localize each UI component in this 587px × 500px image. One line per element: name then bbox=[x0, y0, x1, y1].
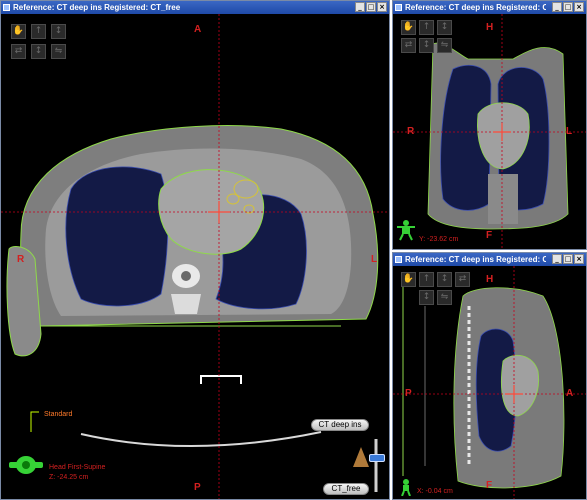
sagittal-coordinate-readout: X: -0.04 cm bbox=[417, 488, 453, 495]
contrast-icon[interactable]: ⇋ bbox=[51, 44, 66, 59]
coronal-view-window: Reference: CT deep ins Registered: CT_fr… bbox=[392, 0, 587, 250]
sagittal-view-titlebar[interactable]: Reference: CT deep ins Registered: CT_fr… bbox=[393, 253, 586, 266]
metronome-icon bbox=[353, 447, 369, 467]
coronal-view-titlebar[interactable]: Reference: CT deep ins Registered: CT_fr… bbox=[393, 1, 586, 14]
sagittal-orientation-bottom: F bbox=[486, 480, 493, 491]
contrast-icon[interactable]: ⇋ bbox=[437, 38, 452, 53]
sagittal-view-window: Reference: CT deep ins Registered: CT_fr… bbox=[392, 252, 587, 500]
maximize-button[interactable]: □ bbox=[366, 2, 376, 12]
app-icon bbox=[395, 256, 402, 263]
coronal-orientation-top: H bbox=[486, 22, 494, 33]
hand-icon[interactable]: ✋ bbox=[11, 24, 26, 39]
close-button[interactable]: × bbox=[377, 2, 387, 12]
zoom-icon[interactable]: ↕ bbox=[419, 290, 434, 305]
sagittal-image-viewport[interactable]: ✋ ↑ ↕ ⇄ ↕ ⇋ H F P A X: -0.04 cm bbox=[393, 266, 586, 499]
patient-orientation-icon bbox=[7, 454, 45, 476]
coronal-image-viewport[interactable]: ✋ ↑ ↕ ⇄ ↕ ⇋ H F R L Y: -23.62 cm bbox=[393, 14, 586, 249]
zoom-icon[interactable]: ↕ bbox=[31, 44, 46, 59]
app-icon bbox=[395, 4, 402, 11]
axial-orientation-right: L bbox=[371, 254, 378, 265]
arrow-down-icon[interactable]: ↕ bbox=[51, 24, 66, 39]
eye-icon[interactable]: ⇄ bbox=[11, 44, 26, 59]
axial-orientation-top: A bbox=[194, 24, 202, 35]
coronal-orientation-left: R bbox=[407, 126, 415, 137]
sagittal-orientation-left: P bbox=[405, 388, 412, 399]
coronal-orientation-right: L bbox=[566, 126, 573, 137]
blend-top-label[interactable]: CT deep ins bbox=[311, 419, 369, 431]
sagittal-orientation-top: H bbox=[486, 274, 494, 285]
eye-icon[interactable]: ⇄ bbox=[455, 272, 470, 287]
coronal-orientation-bottom: F bbox=[486, 230, 493, 241]
arrow-up-icon[interactable]: ↑ bbox=[31, 24, 46, 39]
close-button[interactable]: × bbox=[574, 254, 584, 264]
minimize-button[interactable]: _ bbox=[552, 2, 562, 12]
arrow-up-icon[interactable]: ↑ bbox=[419, 20, 434, 35]
axial-coordinate-readout: Z: -24.25 cm bbox=[49, 474, 89, 481]
blend-slider-thumb[interactable] bbox=[369, 454, 385, 462]
hand-icon[interactable]: ✋ bbox=[401, 20, 416, 35]
contrast-icon[interactable]: ⇋ bbox=[437, 290, 452, 305]
app-icon bbox=[3, 4, 10, 11]
arrow-up-icon[interactable]: ↑ bbox=[419, 272, 434, 287]
sagittal-orientation-right: A bbox=[566, 388, 574, 399]
axial-view-window: Reference: CT deep ins Registered: CT_fr… bbox=[0, 0, 390, 500]
close-button[interactable]: × bbox=[574, 2, 584, 12]
sagittal-view-title: Reference: CT deep ins Registered: CT_fr… bbox=[405, 255, 546, 264]
axial-orientation-left: R bbox=[17, 254, 25, 265]
axial-orientation-bottom: P bbox=[194, 482, 201, 493]
patient-position-label: Head First-Supine bbox=[49, 464, 106, 471]
minimize-button[interactable]: _ bbox=[355, 2, 365, 12]
blend-bottom-label[interactable]: CT_free bbox=[323, 483, 369, 495]
maximize-button[interactable]: □ bbox=[563, 254, 573, 264]
patient-figure-icon bbox=[395, 219, 417, 241]
structure-label: Standard bbox=[44, 411, 73, 418]
axial-view-title: Reference: CT deep ins Registered: CT_fr… bbox=[13, 3, 181, 12]
maximize-button[interactable]: □ bbox=[563, 2, 573, 12]
arrow-down-icon[interactable]: ↕ bbox=[437, 272, 452, 287]
eye-icon[interactable]: ⇄ bbox=[401, 38, 416, 53]
arrow-down-icon[interactable]: ↕ bbox=[437, 20, 452, 35]
coronal-view-title: Reference: CT deep ins Registered: CT_fr… bbox=[405, 3, 546, 12]
coronal-coordinate-readout: Y: -23.62 cm bbox=[419, 236, 459, 243]
zoom-icon[interactable]: ↕ bbox=[419, 38, 434, 53]
axial-view-titlebar[interactable]: Reference: CT deep ins Registered: CT_fr… bbox=[1, 1, 389, 14]
hand-icon[interactable]: ✋ bbox=[401, 272, 416, 287]
axial-image-viewport[interactable]: ✋ ↑ ↕ ⇄ ↕ ⇋ A P R L Standard Head First-… bbox=[1, 14, 389, 499]
minimize-button[interactable]: _ bbox=[552, 254, 562, 264]
patient-figure-icon bbox=[397, 478, 415, 496]
